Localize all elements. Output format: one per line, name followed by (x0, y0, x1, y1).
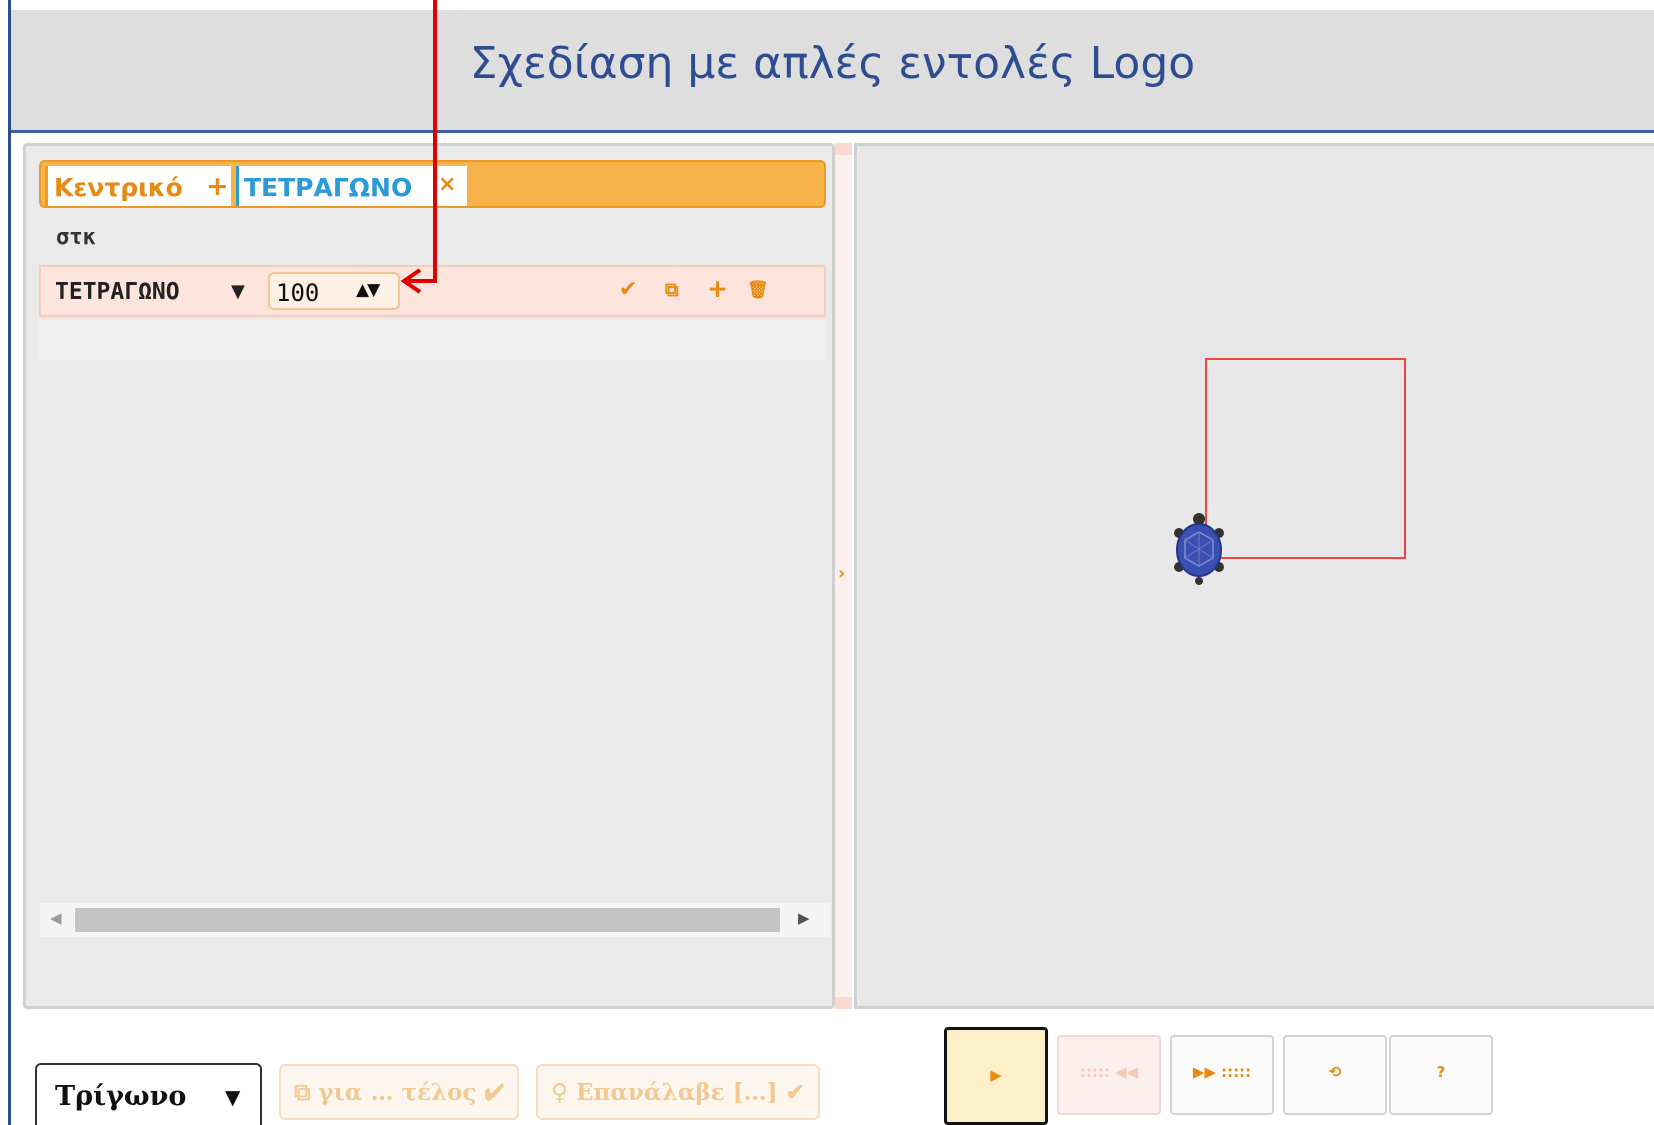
plus-icon[interactable]: + (707, 274, 728, 303)
page-title: Σχεδίαση με απλές εντολές Logo (469, 38, 1196, 89)
chevron-right-icon[interactable]: › (838, 563, 845, 584)
tab-main[interactable]: Κεντρικό + (45, 166, 231, 206)
help-button[interactable]: ? (1389, 1035, 1493, 1115)
command-name[interactable]: ΤΕΤΡΑΓΩΝΟ (55, 279, 180, 305)
tab-main-label: Κεντρικό (54, 173, 183, 202)
editor-body[interactable] (39, 320, 826, 360)
drawing-surface (1174, 358, 1406, 585)
add-procedure-icon[interactable]: + (206, 171, 229, 202)
page-left-border (8, 0, 11, 1125)
command-line-selected[interactable]: ΤΕΤΡΑΓΩΝΟ ▼ 100 ▲▼ ✔ ⧉ + 🗑 (39, 265, 826, 317)
chevron-down-icon: ▼ (225, 1085, 241, 1109)
command-line-stk[interactable]: στκ (56, 225, 96, 250)
turtle-canvas[interactable] (854, 143, 1654, 1009)
drawn-square (1205, 358, 1406, 559)
splitter-cap-bottom (835, 997, 852, 1009)
step-forward-icon: ▶▶ ::::: (1192, 1063, 1252, 1081)
example-select-value: Τρίγωνο (55, 1081, 187, 1112)
spinner-arrows-icon[interactable]: ▲▼ (356, 280, 380, 300)
reset-icon: ⟲ (1328, 1063, 1342, 1081)
copy-icon[interactable]: ⧉ (665, 279, 679, 301)
code-editor-panel: Κεντρικό + ΤΕΤΡΑΓΩΝΟ × στκ ΤΕΤΡΑΓΩΝΟ ▼ 1… (23, 143, 835, 1009)
turtle-icon (1174, 513, 1224, 585)
tab-procedure-tetragono[interactable]: ΤΕΤΡΑΓΩΝΟ × (236, 166, 467, 206)
check-icon[interactable]: ✔ (619, 277, 637, 302)
tab-procedure-label: ΤΕΤΡΑΓΩΝΟ (244, 173, 413, 202)
snippet-repeat-label: ♀ Επανάλαβε […] ✔ (551, 1079, 805, 1106)
horizontal-scrollbar[interactable]: ◀ ▶ (40, 903, 830, 937)
scrollbar-thumb[interactable] (75, 908, 780, 932)
close-tab-icon[interactable]: × (438, 172, 456, 197)
run-button[interactable]: ▶ (944, 1027, 1048, 1125)
snippet-repeat-button[interactable]: ♀ Επανάλαβε […] ✔ (536, 1064, 820, 1120)
help-icon: ? (1436, 1063, 1446, 1081)
scroll-right-icon[interactable]: ▶ (798, 909, 810, 927)
snippet-procedure-label: ⧉ για … τέλος ✔ (294, 1079, 504, 1106)
scroll-left-icon[interactable]: ◀ (50, 909, 62, 927)
panel-splitter[interactable]: › (835, 143, 852, 1009)
argument-number-input[interactable]: 100 ▲▼ (268, 272, 400, 310)
chevron-down-icon[interactable]: ▼ (231, 281, 245, 302)
splitter-cap-top (835, 143, 852, 155)
page-header: Σχεδίαση με απλές εντολές Logo (11, 10, 1654, 133)
procedure-tab-bar: Κεντρικό + ΤΕΤΡΑΓΩΝΟ × (39, 160, 826, 208)
step-back-icon: ::::: ◀◀ (1079, 1063, 1139, 1081)
step-forward-button[interactable]: ▶▶ ::::: (1170, 1035, 1274, 1115)
snippet-procedure-button[interactable]: ⧉ για … τέλος ✔ (279, 1064, 519, 1120)
example-select[interactable]: Τρίγωνο ▼ (35, 1063, 262, 1125)
trash-icon[interactable]: 🗑 (747, 280, 769, 300)
argument-value: 100 (276, 279, 320, 307)
step-back-button[interactable]: ::::: ◀◀ (1057, 1035, 1161, 1115)
play-icon: ▶ (990, 1066, 1002, 1084)
reset-button[interactable]: ⟲ (1283, 1035, 1387, 1115)
